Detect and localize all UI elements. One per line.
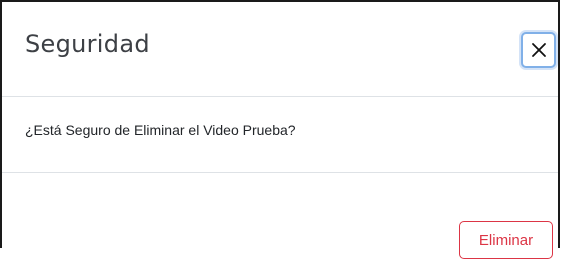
confirm-message: ¿Está Seguro de Eliminar el Video Prueba… [25, 122, 296, 138]
modal-header: Seguridad [2, 2, 558, 97]
close-icon [532, 43, 546, 57]
confirm-delete-modal: Seguridad ¿Está Seguro de Eliminar el Vi… [0, 0, 560, 259]
modal-title: Seguridad [25, 30, 150, 58]
modal-footer: Eliminar [2, 173, 558, 259]
close-button[interactable] [521, 32, 556, 68]
delete-button[interactable]: Eliminar [459, 221, 553, 259]
modal-body: ¿Está Seguro de Eliminar el Video Prueba… [2, 97, 558, 173]
